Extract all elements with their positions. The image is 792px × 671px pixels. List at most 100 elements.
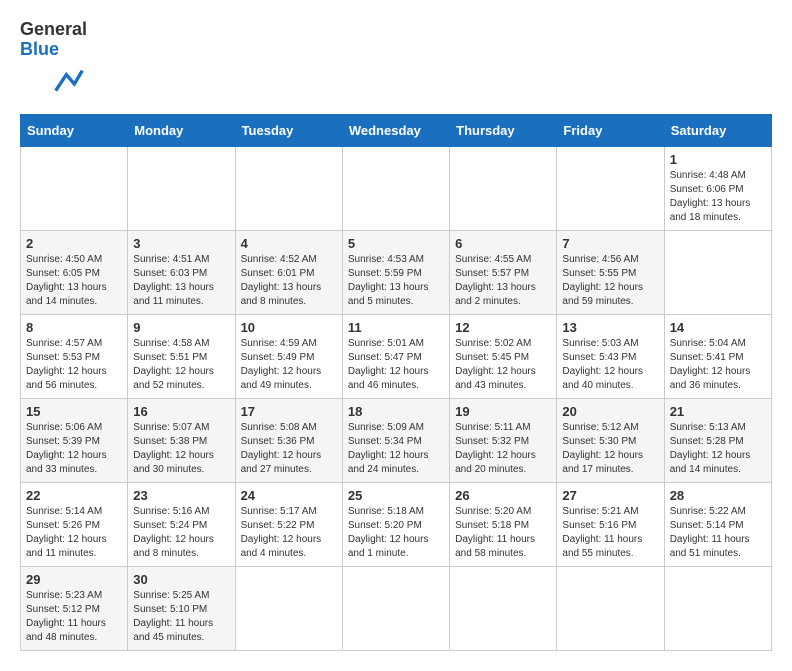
calendar-cell-empty (342, 566, 449, 650)
cell-info: Sunrise: 4:48 AMSunset: 6:06 PMDaylight:… (670, 169, 766, 225)
day-number: 20 (562, 404, 658, 419)
cell-info: Sunrise: 5:13 AMSunset: 5:28 PMDaylight:… (670, 421, 766, 477)
cell-info: Sunrise: 5:22 AMSunset: 5:14 PMDaylight:… (670, 505, 766, 561)
cell-info: Sunrise: 5:21 AMSunset: 5:16 PMDaylight:… (562, 505, 658, 561)
cell-info: Sunrise: 5:09 AMSunset: 5:34 PMDaylight:… (348, 421, 444, 477)
day-number: 6 (455, 236, 551, 251)
calendar-cell-empty (235, 566, 342, 650)
day-number: 3 (133, 236, 229, 251)
day-number: 8 (26, 320, 122, 335)
calendar-cell-empty (128, 146, 235, 230)
calendar-cell-day-27: 27 Sunrise: 5:21 AMSunset: 5:16 PMDayligh… (557, 482, 664, 566)
cell-info: Sunrise: 4:52 AMSunset: 6:01 PMDaylight:… (241, 253, 337, 309)
day-number: 13 (562, 320, 658, 335)
calendar-cell-day-18: 18Sunrise: 5:09 AMSunset: 5:34 PMDayligh… (342, 398, 449, 482)
calendar-week-1: 1 Sunrise: 4:48 AMSunset: 6:06 PMDaylight… (21, 146, 772, 230)
cell-info: Sunrise: 5:18 AMSunset: 5:20 PMDaylight:… (348, 505, 444, 561)
day-number: 10 (241, 320, 337, 335)
calendar-cell-day-7: 7 Sunrise: 4:56 AMSunset: 5:55 PMDaylight… (557, 230, 664, 314)
cell-info: Sunrise: 5:11 AMSunset: 5:32 PMDaylight:… (455, 421, 551, 477)
day-number: 29 (26, 572, 122, 587)
calendar-week-3: 8 Sunrise: 4:57 AMSunset: 5:53 PMDaylight… (21, 314, 772, 398)
day-number: 12 (455, 320, 551, 335)
day-number: 14 (670, 320, 766, 335)
cell-info: Sunrise: 4:59 AMSunset: 5:49 PMDaylight:… (241, 337, 337, 393)
column-header-friday: Friday (557, 114, 664, 146)
column-header-thursday: Thursday (450, 114, 557, 146)
calendar-cell-day-11: 11 Sunrise: 5:01 AMSunset: 5:47 PMDayligh… (342, 314, 449, 398)
day-number: 15 (26, 404, 122, 419)
calendar-week-4: 15 Sunrise: 5:06 AMSunset: 5:39 PMDayligh… (21, 398, 772, 482)
day-number: 11 (348, 320, 444, 335)
day-number: 4 (241, 236, 337, 251)
cell-info: Sunrise: 5:20 AMSunset: 5:18 PMDaylight:… (455, 505, 551, 561)
calendar-cell-day-28: 28 Sunrise: 5:22 AMSunset: 5:14 PMDayligh… (664, 482, 771, 566)
cell-info: Sunrise: 4:57 AMSunset: 5:53 PMDaylight:… (26, 337, 122, 393)
day-number: 7 (562, 236, 658, 251)
calendar-cell-day-4: 4 Sunrise: 4:52 AMSunset: 6:01 PMDaylight… (235, 230, 342, 314)
day-number: 30 (133, 572, 229, 587)
calendar-week-5: 22Sunrise: 5:14 AMSunset: 5:26 PMDayligh… (21, 482, 772, 566)
cell-info: Sunrise: 5:01 AMSunset: 5:47 PMDaylight:… (348, 337, 444, 393)
calendar-table: SundayMondayTuesdayWednesdayThursdayFrid… (20, 114, 772, 651)
calendar-cell-day-14: 14 Sunrise: 5:04 AMSunset: 5:41 PMDayligh… (664, 314, 771, 398)
calendar-cell-day-13: 13 Sunrise: 5:03 AMSunset: 5:43 PMDayligh… (557, 314, 664, 398)
logo-blue: Blue (20, 39, 59, 59)
cell-info: Sunrise: 5:07 AMSunset: 5:38 PMDaylight:… (133, 421, 229, 477)
cell-info: Sunrise: 5:17 AMSunset: 5:22 PMDaylight:… (241, 505, 337, 561)
column-header-sunday: Sunday (21, 114, 128, 146)
calendar-cell-day-30: 30 Sunrise: 5:25 AMSunset: 5:10 PMDayligh… (128, 566, 235, 650)
calendar-cell-day-10: 10 Sunrise: 4:59 AMSunset: 5:49 PMDayligh… (235, 314, 342, 398)
cell-info: Sunrise: 4:50 AMSunset: 6:05 PMDaylight:… (26, 253, 122, 309)
day-number: 28 (670, 488, 766, 503)
calendar-cell-empty (450, 566, 557, 650)
cell-info: Sunrise: 4:58 AMSunset: 5:51 PMDaylight:… (133, 337, 229, 393)
page-header: General Blue (20, 20, 772, 104)
logo-general: General (20, 19, 87, 39)
calendar-cell-empty (235, 146, 342, 230)
logo-text: General Blue (20, 20, 87, 60)
calendar-cell-day-6: 6Sunrise: 4:55 AMSunset: 5:57 PMDaylight… (450, 230, 557, 314)
day-number: 16 (133, 404, 229, 419)
calendar-cell-day-29: 29Sunrise: 5:23 AMSunset: 5:12 PMDayligh… (21, 566, 128, 650)
calendar-cell-day-2: 2 Sunrise: 4:50 AMSunset: 6:05 PMDaylight… (21, 230, 128, 314)
calendar-week-6: 29Sunrise: 5:23 AMSunset: 5:12 PMDayligh… (21, 566, 772, 650)
calendar-cell-day-17: 17Sunrise: 5:08 AMSunset: 5:36 PMDayligh… (235, 398, 342, 482)
day-number: 2 (26, 236, 122, 251)
calendar-header-row: SundayMondayTuesdayWednesdayThursdayFrid… (21, 114, 772, 146)
calendar-cell-empty (21, 146, 128, 230)
cell-info: Sunrise: 4:56 AMSunset: 5:55 PMDaylight:… (562, 253, 658, 309)
day-number: 24 (241, 488, 337, 503)
calendar-cell-day-3: 3Sunrise: 4:51 AMSunset: 6:03 PMDaylight… (128, 230, 235, 314)
cell-info: Sunrise: 5:03 AMSunset: 5:43 PMDaylight:… (562, 337, 658, 393)
day-number: 19 (455, 404, 551, 419)
calendar-cell-day-16: 16 Sunrise: 5:07 AMSunset: 5:38 PMDayligh… (128, 398, 235, 482)
calendar-cell-day-24: 24 Sunrise: 5:17 AMSunset: 5:22 PMDayligh… (235, 482, 342, 566)
day-number: 27 (562, 488, 658, 503)
logo-wave-icon (24, 64, 114, 104)
cell-info: Sunrise: 5:25 AMSunset: 5:10 PMDaylight:… (133, 589, 229, 645)
calendar-cell-day-15: 15 Sunrise: 5:06 AMSunset: 5:39 PMDayligh… (21, 398, 128, 482)
calendar-cell-day-25: 25 Sunrise: 5:18 AMSunset: 5:20 PMDayligh… (342, 482, 449, 566)
logo: General Blue (20, 20, 114, 104)
column-header-wednesday: Wednesday (342, 114, 449, 146)
column-header-saturday: Saturday (664, 114, 771, 146)
day-number: 21 (670, 404, 766, 419)
calendar-cell-day-12: 12 Sunrise: 5:02 AMSunset: 5:45 PMDayligh… (450, 314, 557, 398)
cell-info: Sunrise: 5:02 AMSunset: 5:45 PMDaylight:… (455, 337, 551, 393)
day-number: 1 (670, 152, 766, 167)
cell-info: Sunrise: 5:08 AMSunset: 5:36 PMDaylight:… (241, 421, 337, 477)
calendar-cell-empty (557, 566, 664, 650)
calendar-cell-empty (664, 566, 771, 650)
day-number: 23 (133, 488, 229, 503)
calendar-cell-empty (450, 146, 557, 230)
cell-info: Sunrise: 5:04 AMSunset: 5:41 PMDaylight:… (670, 337, 766, 393)
cell-info: Sunrise: 4:53 AMSunset: 5:59 PMDaylight:… (348, 253, 444, 309)
calendar-cell-day-22: 22Sunrise: 5:14 AMSunset: 5:26 PMDayligh… (21, 482, 128, 566)
calendar-cell-empty (557, 146, 664, 230)
calendar-cell-empty (342, 146, 449, 230)
day-number: 5 (348, 236, 444, 251)
cell-info: Sunrise: 5:06 AMSunset: 5:39 PMDaylight:… (26, 421, 122, 477)
calendar-cell-day-21: 21 Sunrise: 5:13 AMSunset: 5:28 PMDayligh… (664, 398, 771, 482)
day-number: 25 (348, 488, 444, 503)
